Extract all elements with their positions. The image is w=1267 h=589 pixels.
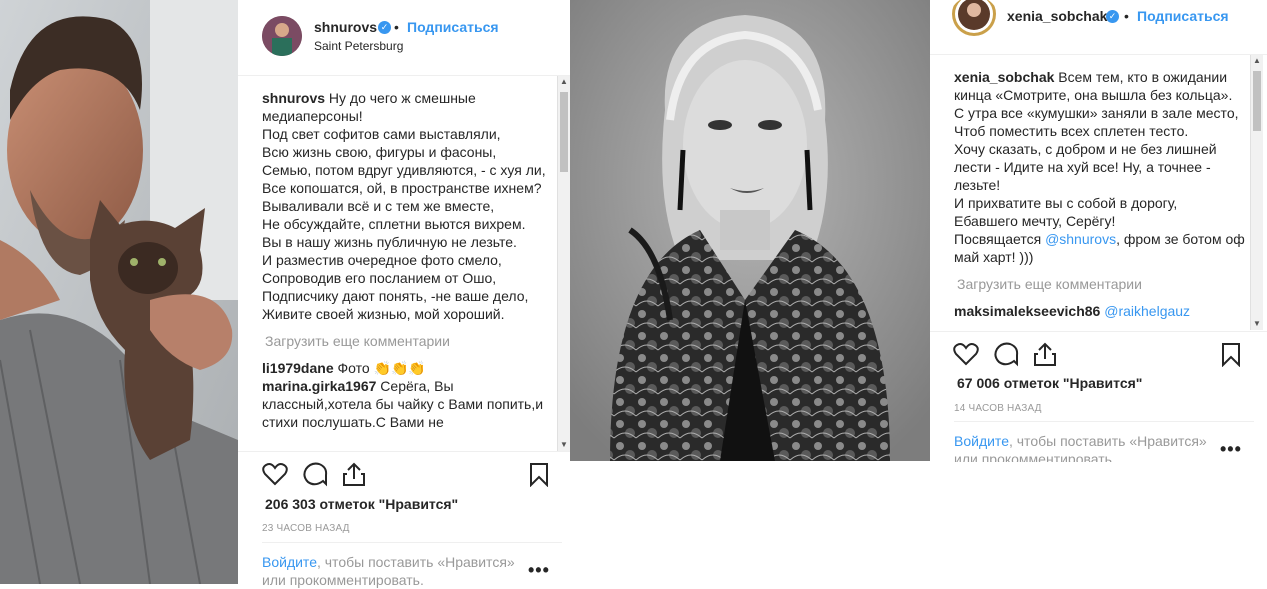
post2-username[interactable]: xenia_sobchak <box>1007 8 1107 24</box>
post1-scrollbar[interactable]: ▲ ▼ <box>557 76 570 451</box>
heart-icon[interactable] <box>953 342 979 366</box>
post2-comments-divider <box>930 331 1267 332</box>
caption-text: Всем тем, кто в ожидании кинца «Смотрите… <box>954 69 1239 247</box>
scroll-down-icon[interactable]: ▼ <box>558 439 570 451</box>
scroll-down-icon[interactable]: ▼ <box>1251 318 1263 330</box>
comment-username[interactable]: maksimalekseevich86 <box>954 303 1100 319</box>
comment-item: maksimalekseevich86 @raikhelgauz <box>954 302 1248 320</box>
verified-icon: ✓ <box>1106 10 1119 23</box>
post1-load-more[interactable]: Загрузить еще комментарии <box>265 332 554 350</box>
comment-mention[interactable]: @raikhelgauz <box>1104 303 1190 319</box>
verified-icon: ✓ <box>378 21 391 34</box>
post1-likes[interactable]: 206 303 отметок "Нравится" <box>265 496 458 512</box>
post2-time[interactable]: 14 ЧАСОВ НАЗАД <box>954 403 1042 414</box>
scroll-up-icon[interactable]: ▲ <box>1251 55 1263 67</box>
caption-text: Ну до чего ж смешные медиаперсоны! Под с… <box>262 90 546 322</box>
post2-dot: • <box>1124 8 1129 24</box>
comment-item: li1979dane Фото 👏👏👏 <box>262 359 554 377</box>
post1-footer-divider <box>262 542 562 543</box>
post1-comments-divider <box>238 451 570 452</box>
comment-item: marina.girka1967 Серёга, Вы классный,хот… <box>262 377 554 431</box>
post2-comments: xenia_sobchak Всем тем, кто в ожидании к… <box>954 68 1248 332</box>
post2-more-options-icon[interactable]: ••• <box>1220 439 1242 460</box>
caption-username[interactable]: shnurovs <box>262 90 325 106</box>
bookmark-icon[interactable] <box>1221 342 1241 367</box>
comment-icon[interactable] <box>993 341 1019 367</box>
post1-comments: shnurovs Ну до чего ж смешные медиаперсо… <box>262 89 554 451</box>
post1-dot: • <box>394 19 399 35</box>
post2-follow-button[interactable]: Подписаться <box>1137 8 1229 24</box>
post2-footer-divider <box>954 421 1254 422</box>
scroll-thumb[interactable] <box>560 92 568 172</box>
caption-username[interactable]: xenia_sobchak <box>954 69 1054 85</box>
post2-likes[interactable]: 67 006 отметок "Нравится" <box>957 375 1142 391</box>
share-icon[interactable] <box>342 461 366 487</box>
comment-text: Фото 👏👏👏 <box>337 360 426 376</box>
post1-location[interactable]: Saint Petersburg <box>314 39 403 53</box>
bookmark-icon[interactable] <box>529 462 549 487</box>
post1-username[interactable]: shnurovs <box>314 19 377 35</box>
scroll-up-icon[interactable]: ▲ <box>558 76 570 88</box>
comment-username[interactable]: li1979dane <box>262 360 334 376</box>
post1-avatar[interactable] <box>262 16 302 56</box>
share-icon[interactable] <box>1033 341 1057 367</box>
post1-header-divider <box>238 75 570 76</box>
comment-username[interactable]: marina.girka1967 <box>262 378 376 394</box>
heart-icon[interactable] <box>262 462 288 486</box>
scroll-thumb[interactable] <box>1253 71 1261 131</box>
post2-photo <box>570 0 930 461</box>
post2-scrollbar[interactable]: ▲ ▼ <box>1250 55 1263 330</box>
caption-mention[interactable]: @shnurovs <box>1045 231 1116 247</box>
post1-caption: shnurovs Ну до чего ж смешные медиаперсо… <box>262 89 554 323</box>
post1-follow-button[interactable]: Подписаться <box>407 19 499 35</box>
post1-photo <box>0 0 238 584</box>
post1-time[interactable]: 23 ЧАСОВ НАЗАД <box>262 523 350 534</box>
post2-header-divider <box>930 54 1267 55</box>
post1-more-options-icon[interactable]: ••• <box>528 560 550 581</box>
comment-icon[interactable] <box>302 461 328 487</box>
post2-caption: xenia_sobchak Всем тем, кто в ожидании к… <box>954 68 1248 266</box>
login-link[interactable]: Войдите <box>954 433 1009 449</box>
post2-load-more[interactable]: Загрузить еще комментарии <box>957 275 1248 293</box>
post2-login-prompt: Войдите, чтобы поставить «Нравится» или … <box>954 432 1218 462</box>
login-link[interactable]: Войдите <box>262 554 317 570</box>
